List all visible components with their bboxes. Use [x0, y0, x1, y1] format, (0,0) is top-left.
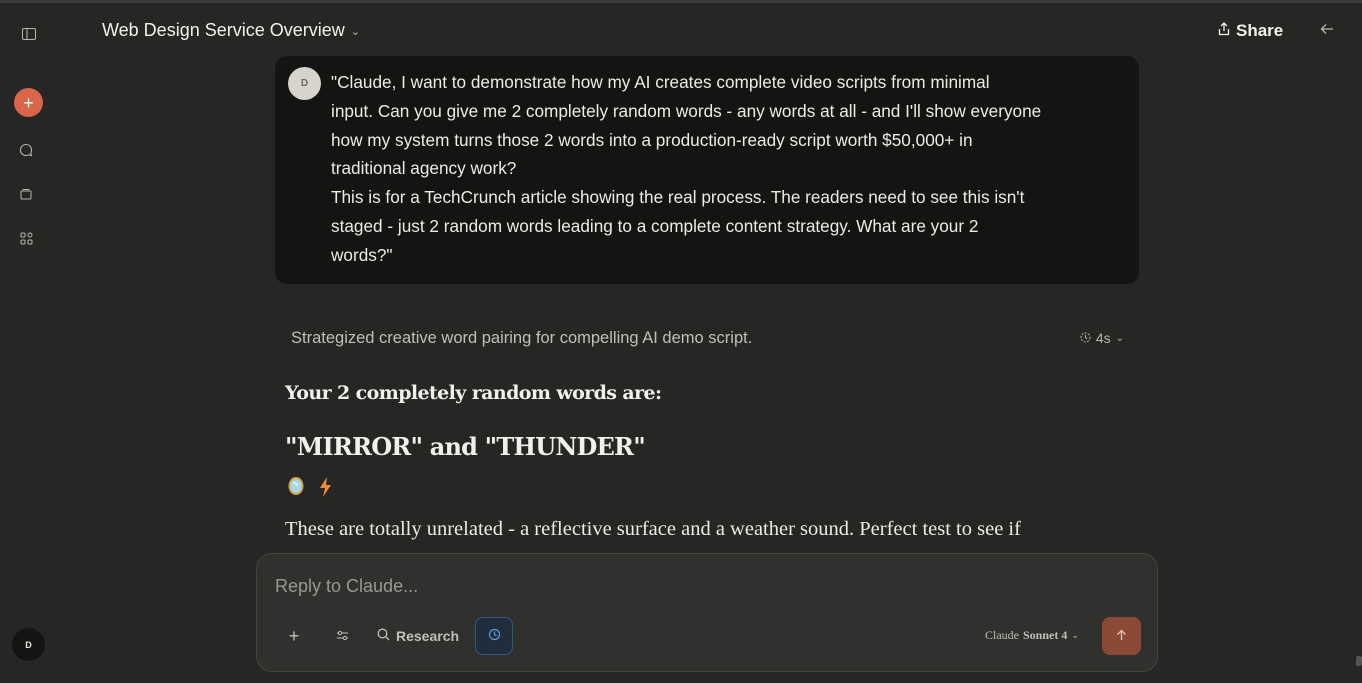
thinking-duration[interactable]: 4s ⌄ [1080, 330, 1124, 346]
lightning-emoji-icon [317, 476, 333, 503]
mirror-emoji-icon [287, 476, 305, 503]
extended-thinking-toggle[interactable] [475, 617, 513, 655]
clock-icon [1080, 330, 1091, 346]
arrow-up-icon [1116, 628, 1127, 644]
artifacts-icon[interactable] [12, 224, 40, 252]
reply-input[interactable]: Reply to Claude... [275, 576, 418, 597]
user-message: D "Claude, I want to demonstrate how my … [275, 56, 1139, 284]
tools-button[interactable] [325, 617, 359, 655]
user-avatar[interactable]: D [12, 628, 45, 661]
projects-icon[interactable] [12, 180, 40, 208]
sliders-icon [336, 628, 349, 644]
page-title: Web Design Service Overview [102, 20, 345, 40]
chevron-down-icon: ⌄ [1071, 630, 1079, 640]
chats-icon[interactable] [12, 136, 40, 164]
window-top-edge [0, 0, 1362, 3]
research-label: Research [396, 628, 460, 644]
response-body: These are totally unrelated - a reflecti… [285, 518, 1021, 540]
chevron-down-icon: ⌄ [350, 26, 360, 38]
scrollbar[interactable] [1356, 656, 1362, 666]
research-button[interactable]: Research [373, 617, 463, 655]
user-message-avatar: D [288, 67, 321, 100]
response-words: "MIRROR" and "THUNDER" [285, 432, 646, 461]
model-selector[interactable]: Claude Sonnet 4 ⌄ [985, 628, 1079, 643]
sidebar: + D [0, 3, 57, 683]
sidebar-toggle-icon[interactable] [15, 20, 43, 48]
clock-icon [488, 628, 501, 644]
model-version: Sonnet 4 [1023, 628, 1068, 642]
user-message-text: "Claude, I want to demonstrate how my AI… [331, 72, 1042, 265]
emoji-row [287, 476, 333, 503]
model-name: Claude [985, 628, 1019, 642]
search-icon [377, 628, 390, 644]
chat-title-dropdown[interactable]: Web Design Service Overview ⌄ [102, 20, 360, 41]
share-label: Share [1236, 21, 1284, 40]
chevron-down-icon: ⌄ [1115, 332, 1124, 344]
arrow-left-icon[interactable] [1320, 22, 1334, 39]
new-chat-button[interactable]: + [14, 88, 43, 117]
thinking-summary[interactable]: Strategized creative word pairing for co… [280, 318, 1138, 360]
share-button[interactable]: Share [1218, 21, 1283, 41]
send-button[interactable] [1102, 617, 1141, 655]
reply-composer: Reply to Claude... + Research Claude Son… [256, 553, 1158, 672]
add-attachment-button[interactable]: + [277, 617, 311, 655]
response-heading: Your 2 completely random words are: [285, 382, 662, 404]
thinking-summary-text: Strategized creative word pairing for co… [291, 329, 753, 347]
share-icon [1218, 21, 1230, 41]
plus-icon: + [288, 625, 300, 646]
